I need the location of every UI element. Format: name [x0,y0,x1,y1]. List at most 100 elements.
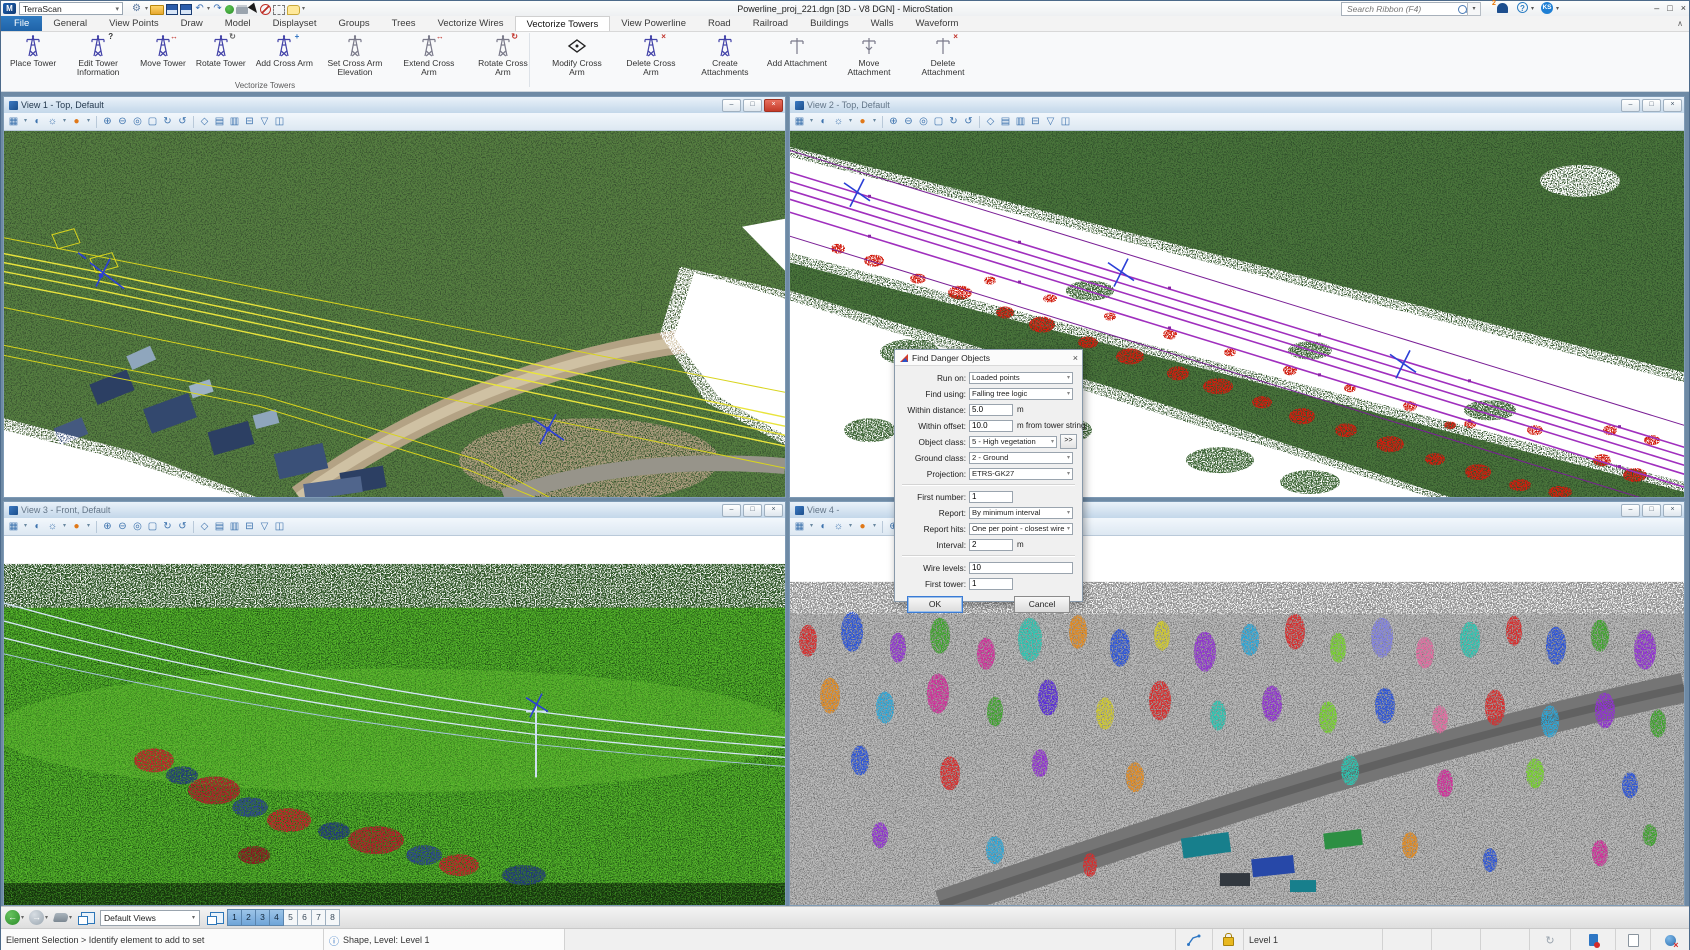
chevron-down-icon[interactable]: ▾ [808,519,815,534]
tab-vectorize-wires[interactable]: Vectorize Wires [427,16,515,31]
rotate-view-icon[interactable]: ↻ [161,519,174,534]
tab-railroad[interactable]: Railroad [742,16,799,31]
view-maximize-button[interactable]: □ [743,504,762,517]
chevron-down-icon[interactable]: ▾ [69,914,72,921]
clip-mask-icon[interactable]: ◫ [1059,114,1072,129]
place-tower-button[interactable]: Place Tower [5,33,61,68]
copy-view-icon[interactable]: ⊟ [243,114,256,129]
undo-icon[interactable]: ↶ [194,3,205,15]
zoom-out-icon[interactable]: ⊖ [116,114,129,129]
geolocation-icon[interactable]: ● [70,519,83,534]
view3-point-cloud[interactable] [4,536,785,905]
view-attributes-icon[interactable]: ◐ [817,519,830,534]
zoom-out-icon[interactable]: ⊖ [116,519,129,534]
tab-view-powerline[interactable]: View Powerline [610,16,697,31]
view-toggle-2[interactable]: 2 [242,909,256,926]
walk-icon[interactable]: ◇ [198,114,211,129]
zoom-in-icon[interactable]: ⊕ [887,114,900,129]
view-previous-icon[interactable]: ▤ [999,114,1012,129]
window-area-icon[interactable]: ◎ [131,519,144,534]
within-offset-field[interactable] [969,420,1013,432]
view-close-button[interactable]: × [764,504,783,517]
chevron-down-icon[interactable]: ▾ [45,914,48,921]
object-class-select[interactable]: 5 - High vegetation▾ [969,436,1057,448]
markups-cell[interactable] [1571,929,1616,950]
zoom-out-icon[interactable]: ⊖ [902,114,915,129]
view-close-button[interactable]: × [1663,99,1682,112]
chevron-down-icon[interactable]: ▾ [847,519,854,534]
copy-view-icon[interactable]: ⊟ [243,519,256,534]
rotate-view-icon[interactable]: ↻ [947,114,960,129]
notifications-bell-icon[interactable]: 2 [1497,3,1508,13]
back-button[interactable]: ← [5,910,20,925]
modify-cross-arm-button[interactable]: Modify Cross Arm [540,33,614,77]
view-minimize-button[interactable]: – [1621,99,1640,112]
tab-draw[interactable]: Draw [170,16,214,31]
view-close-button[interactable]: × [1663,504,1682,517]
tab-road[interactable]: Road [697,16,742,31]
chevron-down-icon[interactable]: ▾ [85,519,92,534]
pan-view-icon[interactable]: ↺ [176,114,189,129]
tab-groups[interactable]: Groups [327,16,380,31]
view-previous-icon[interactable]: ▤ [213,114,226,129]
walk-icon[interactable]: ◇ [198,519,211,534]
view1-toolbar[interactable]: ▦▾ ◐ ☼▾ ●▾ ⊕ ⊖ ◎ ▢ ↻ ↺ ◇ ▤ ▥ ⊟ ▽ ◫ [4,113,785,131]
title-bar[interactable]: M TerraScan ▾ ⚙▾ ↶ ▾ ↷ ▾ Powerline_proj_… [1,1,1689,16]
chevron-down-icon[interactable]: ▾ [145,5,148,12]
pin-icon[interactable] [225,5,234,14]
dialog-title-bar[interactable]: Find Danger Objects × [895,350,1082,366]
more-classes-button[interactable]: >> [1060,434,1077,449]
tab-buildings[interactable]: Buildings [799,16,860,31]
geolocation-icon[interactable]: ● [856,114,869,129]
tab-file[interactable]: File [1,16,42,31]
view-display-style-icon[interactable]: ▦ [793,114,806,129]
chevron-down-icon[interactable]: ▾ [871,114,878,129]
view-toggle-7[interactable]: 7 [312,909,326,926]
active-level-cell[interactable]: Level 1 [1244,929,1383,950]
tab-vectorize-towers[interactable]: Vectorize Towers [515,16,611,31]
copy-view-icon[interactable]: ⊟ [1029,114,1042,129]
search-icon[interactable] [1458,5,1467,14]
first-number-field[interactable] [969,491,1013,503]
clip-mask-icon[interactable]: ◫ [273,114,286,129]
create-attachments-button[interactable]: Create Attachments [688,33,762,77]
dialog-close-icon[interactable]: × [1073,353,1078,363]
open-file-icon[interactable] [150,5,164,15]
user-avatar[interactable]: KS [1541,2,1553,14]
view-toggles-icon[interactable] [210,912,224,924]
view-maximize-button[interactable]: □ [1642,504,1661,517]
tab-trees[interactable]: Trees [381,16,427,31]
adjust-view-brightness-icon[interactable]: ☼ [46,114,59,129]
chevron-down-icon[interactable]: ▾ [85,114,92,129]
pan-view-icon[interactable]: ↺ [962,114,975,129]
zoom-in-icon[interactable]: ⊕ [101,519,114,534]
clip-volume-icon[interactable]: ▽ [258,519,271,534]
comment-icon[interactable] [287,5,300,15]
sync-cell[interactable]: ↻ [1530,929,1571,950]
move-tower-button[interactable]: ↔Move Tower [135,33,191,68]
chevron-down-icon[interactable]: ▾ [22,519,29,534]
chevron-down-icon[interactable]: ▾ [847,114,854,129]
view-attributes-icon[interactable]: ◐ [817,114,830,129]
tab-general[interactable]: General [42,16,98,31]
view-display-style-icon[interactable]: ▦ [7,114,20,129]
chevron-down-icon[interactable]: ▾ [61,519,68,534]
view-close-button[interactable]: × [764,99,783,112]
view3-title-bar[interactable]: View 3 - Front, Default – □ × [4,502,785,518]
view-next-icon[interactable]: ▥ [1014,114,1027,129]
view1-point-cloud[interactable] [4,131,785,497]
view-toggle-3[interactable]: 3 [256,909,270,926]
add-cross-arm-button[interactable]: +Add Cross Arm [251,33,318,68]
run-on-select[interactable]: Loaded points▾ [969,372,1073,384]
forward-button[interactable]: → [29,910,44,925]
delete-attachment-button[interactable]: ×Delete Attachment [906,33,980,77]
close-button[interactable]: × [1681,1,1686,15]
view-attributes-icon[interactable]: ◐ [31,519,44,534]
delete-cross-arm-button[interactable]: ×Delete Cross Arm [614,33,688,77]
view-maximize-button[interactable]: □ [1642,99,1661,112]
view-maximize-button[interactable]: □ [743,99,762,112]
chevron-down-icon[interactable]: ▾ [871,519,878,534]
tab-waveform[interactable]: Waveform [905,16,970,31]
tab-view-points[interactable]: View Points [98,16,169,31]
view2-title-bar[interactable]: View 2 - Top, Default – □ × [790,97,1684,113]
